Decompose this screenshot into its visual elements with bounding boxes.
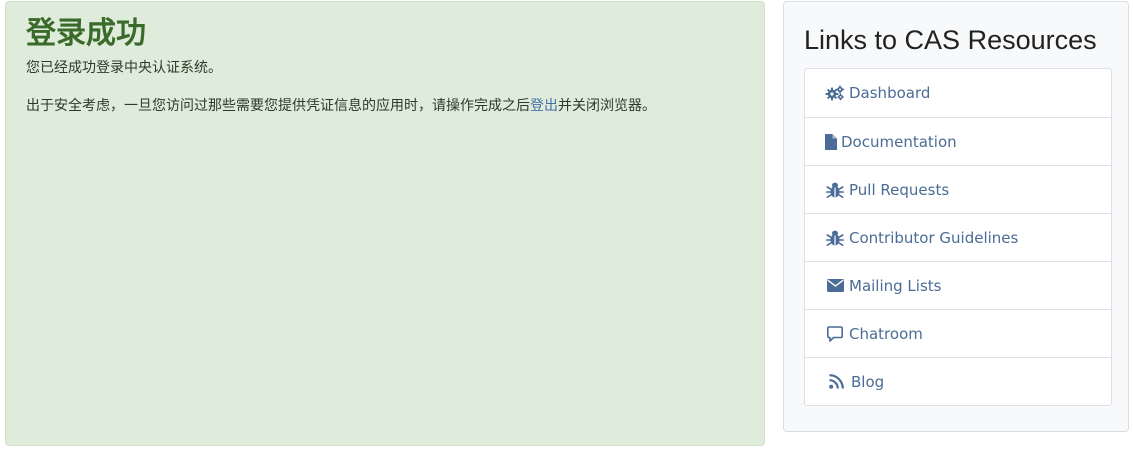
- resource-item-documentation[interactable]: Documentation: [805, 117, 1111, 165]
- bug-icon: [825, 230, 845, 246]
- gears-icon: [825, 85, 845, 101]
- logout-link[interactable]: 登出: [530, 98, 558, 114]
- chat-bubble-icon: [825, 325, 845, 342]
- envelope-icon: [825, 279, 845, 292]
- resource-item-dashboard[interactable]: Dashboard: [805, 69, 1111, 117]
- security-message-pre: 出于安全考虑，一旦您访问过那些需要您提供凭证信息的应用时，请操作完成之后: [26, 98, 530, 114]
- resource-item-mailing-lists[interactable]: Mailing Lists: [805, 261, 1111, 309]
- rss-icon: [825, 374, 847, 389]
- resources-panel: Links to CAS Resources Dashboard Documen…: [783, 1, 1129, 432]
- success-panel: 登录成功 您已经成功登录中央认证系统。 出于安全考虑，一旦您访问过那些需要您提供…: [5, 1, 765, 446]
- resource-item-blog[interactable]: Blog: [805, 357, 1111, 405]
- resources-title: Links to CAS Resources: [804, 25, 1097, 55]
- security-message: 出于安全考虑，一旦您访问过那些需要您提供凭证信息的应用时，请操作完成之后登出并关…: [26, 96, 744, 116]
- resource-label-pull-requests: Pull Requests: [849, 180, 950, 199]
- resource-label-chatroom: Chatroom: [849, 324, 923, 343]
- resource-item-contributor-guidelines[interactable]: Contributor Guidelines: [805, 213, 1111, 261]
- file-icon: [825, 133, 837, 150]
- resource-item-chatroom[interactable]: Chatroom: [805, 309, 1111, 357]
- success-message: 您已经成功登录中央认证系统。: [26, 60, 222, 76]
- resource-label-contributor-guidelines: Contributor Guidelines: [849, 228, 1019, 247]
- resource-label-blog: Blog: [851, 372, 885, 391]
- resources-list: Dashboard Documentation Pull Requests Co…: [804, 68, 1112, 406]
- success-title: 登录成功: [26, 16, 146, 51]
- resource-label-dashboard: Dashboard: [849, 84, 931, 102]
- resource-item-pull-requests[interactable]: Pull Requests: [805, 165, 1111, 213]
- security-message-post: 并关闭浏览器。: [558, 98, 656, 114]
- bug-icon: [825, 182, 845, 198]
- resource-label-mailing-lists: Mailing Lists: [849, 276, 942, 295]
- resource-label-documentation: Documentation: [841, 132, 957, 151]
